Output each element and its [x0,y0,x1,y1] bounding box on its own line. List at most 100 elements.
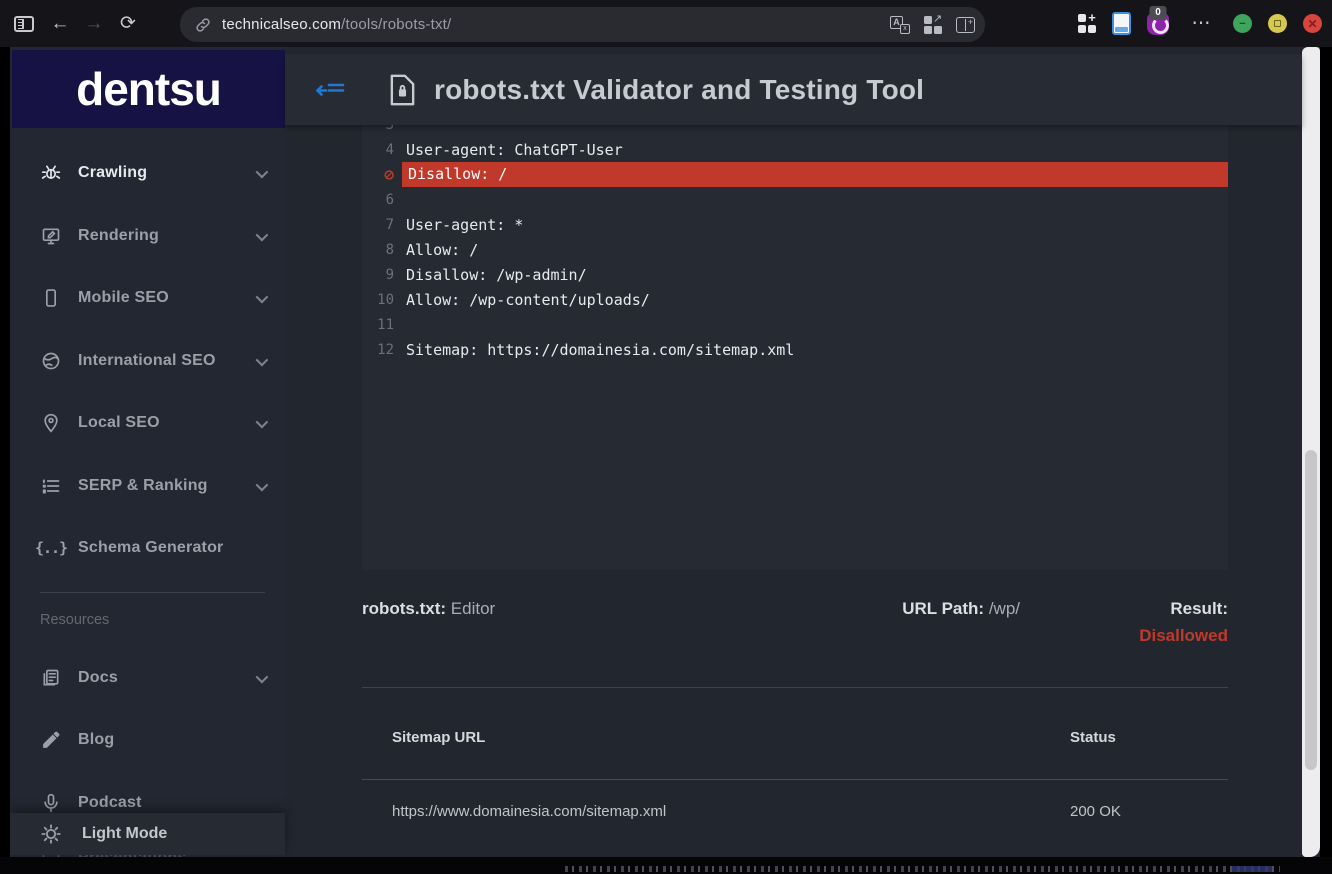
page-title: robots.txt Validator and Testing Tool [434,74,924,106]
sidebar-item-label: Local SEO [78,414,160,432]
tool-header: robots.txt Validator and Testing Tool [285,54,1302,125]
line-number: 10 [362,292,394,308]
sitemap-url-cell: https://www.domainesia.com/sitemap.xml [362,803,666,820]
address-bar[interactable]: technicalseo.com/tools/robots-txt/ Ax [180,7,985,42]
line-number: 3 [362,125,394,133]
bug-icon [40,162,62,184]
sidebar-item-crawling[interactable]: Crawling [10,142,285,204]
result-status-badge: Disallowed [1118,626,1228,646]
code-line-blocked: ⊘Disallow: / [362,162,1228,187]
sidebar-item-mobile-seo[interactable]: Mobile SEO [10,267,285,329]
sitemap-table-header: Sitemap URL Status [362,695,1228,780]
code-line: 8Allow: / [362,237,1228,262]
section-divider [362,687,1228,688]
result-summary: robots.txt: Editor URL Path: /wp/ Result… [362,599,1228,646]
code-line: 10Allow: /wp-content/uploads/ [362,287,1228,312]
url-text: technicalseo.com/tools/robots-txt/ [222,16,451,33]
sidebar-item-label: SERP & Ranking [78,477,208,495]
scrollbar-thumb[interactable] [1305,450,1317,770]
sidebar-item-blog[interactable]: Blog [10,709,285,771]
chevron-down-icon [256,415,269,428]
editor-source-label: robots.txt: Editor [362,599,902,646]
sidebar-item-label: Podcast [78,794,142,812]
chevron-down-icon [256,290,269,303]
chevron-down-icon [256,165,269,178]
column-header-sitemap-url: Sitemap URL [362,729,485,746]
sidebar-divider [40,592,265,593]
chevron-down-icon [256,670,269,683]
code-line: 6 [362,187,1228,212]
sidebar: dentsu Crawling Rendering [10,47,285,857]
reload-button[interactable]: ⟳ [112,12,144,35]
chevron-down-icon [256,478,269,491]
sidebar-item-label: Blog [78,731,114,749]
logo-text: dentsu [76,62,221,116]
pin-icon [40,412,62,434]
pencil-icon [40,729,62,751]
result-label: Result: [1170,599,1228,618]
purple-extension-icon[interactable]: 0 [1147,13,1169,35]
url-path-summary: URL Path: /wp/ [902,599,1020,646]
code-line: 12Sitemap: https://domainesia.com/sitema… [362,337,1228,362]
code-line: 11 [362,312,1228,337]
split-view-icon[interactable] [956,17,975,33]
sidebar-collapse-icon[interactable] [313,72,349,108]
code-line: 4User-agent: ChatGPT-User [362,137,1228,162]
sidebar-item-international-seo[interactable]: International SEO [10,330,285,392]
extension-badge: 0 [1150,6,1167,20]
blocked-icon: ⊘ [362,165,394,184]
minimize-button[interactable]: − [1233,14,1252,33]
document-extension-icon[interactable] [1112,12,1131,35]
sidebar-item-schema-generator[interactable]: {..} Schema Generator [10,517,285,579]
code-line: 7User-agent: * [362,212,1228,237]
sidebar-item-label: Docs [78,669,118,687]
chevron-down-icon [256,353,269,366]
robots-txt-editor[interactable]: 3 4User-agent: ChatGPT-User ⊘Disallow: /… [362,125,1228,570]
window-bottom-edge [0,857,1332,874]
more-menu-icon[interactable]: ⋯ [1185,12,1217,35]
browser-toolbar: ← → ⟳ technicalseo.com/tools/robots-txt/… [0,0,1332,47]
status-cell: 200 OK [1070,803,1121,820]
robots-file-icon [389,74,416,106]
monitor-icon [40,225,62,247]
code-line: 9Disallow: /wp-admin/ [362,262,1228,287]
back-button[interactable]: ← [44,13,76,35]
sidebar-item-docs[interactable]: Docs [10,647,285,709]
page-content: dentsu Crawling Rendering [10,47,1320,857]
sidebar-item-label: Crawling [78,164,147,182]
forward-button[interactable]: → [78,13,110,35]
maximize-button[interactable] [1268,14,1287,33]
url-path: /tools/robots-txt/ [341,16,451,33]
page-scrollbar[interactable] [1302,47,1320,857]
sun-icon [40,823,62,845]
browser-window: ← → ⟳ technicalseo.com/tools/robots-txt/… [0,0,1332,874]
phone-icon [40,287,62,309]
sidebar-item-label: Schema Generator [78,539,223,557]
sidebar-item-label: Mobile SEO [78,289,169,307]
sidebar-item-label: International SEO [78,352,216,370]
reading-list-icon[interactable] [14,16,34,32]
logo[interactable]: dentsu [12,50,285,128]
braces-icon: {..} [40,537,62,559]
sidebar-item-rendering[interactable]: Rendering [10,205,285,267]
microphone-icon [40,792,62,814]
translate-icon[interactable]: Ax [890,16,910,34]
close-button[interactable]: ✕ [1303,14,1322,33]
footer-glitch [565,866,1280,872]
globe-icon [40,350,62,372]
link-icon [194,16,212,34]
tab-groups-icon[interactable] [924,16,942,34]
line-number: 6 [362,192,394,208]
docs-icon [40,667,62,689]
light-mode-toggle[interactable]: Light Mode [10,813,285,855]
line-number: 7 [362,217,394,233]
main-content: robots.txt Validator and Testing Tool 3 … [285,47,1302,857]
extensions-grid-icon[interactable]: + [1078,14,1097,33]
line-number: 4 [362,142,394,158]
result-block: Result: Disallowed [1118,599,1228,646]
sidebar-item-label: Rendering [78,227,159,245]
table-row[interactable]: https://www.domainesia.com/sitemap.xml 2… [362,780,1228,843]
sidebar-item-local-seo[interactable]: Local SEO [10,392,285,454]
resources-section-label: Resources [40,612,109,628]
sidebar-item-serp-ranking[interactable]: SERP & Ranking [10,455,285,517]
